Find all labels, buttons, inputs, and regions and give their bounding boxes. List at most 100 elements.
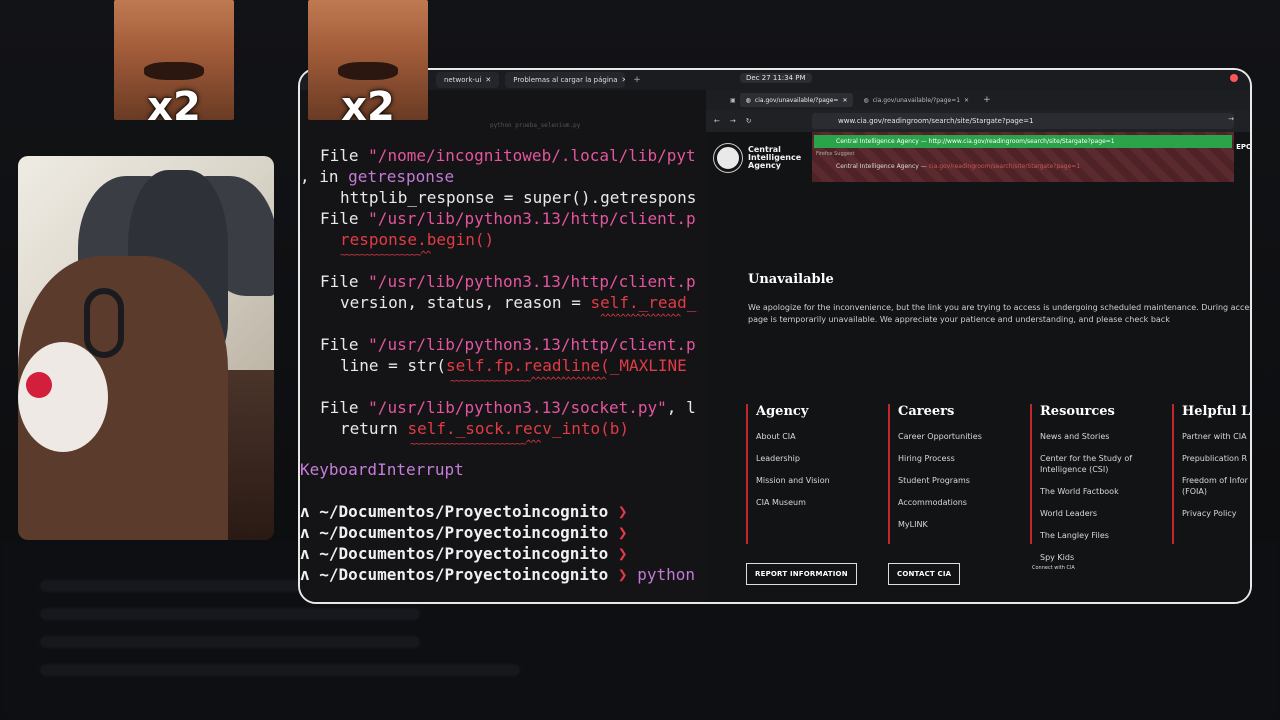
screen-capture: network-ui ✕ Problemas al cargar la págin… <box>298 68 1252 604</box>
close-icon[interactable]: ✕ <box>622 76 626 84</box>
footer-link[interactable]: Privacy Policy <box>1182 508 1250 519</box>
close-icon[interactable]: ✕ <box>964 97 969 104</box>
prompt-line-active[interactable]: ʌ ~/Documentos/Proyectoincognito ❯ pytho… <box>300 565 695 585</box>
prompt-line: ʌ ~/Documentos/Proyectoincognito ❯ <box>300 523 628 542</box>
footer-heading: Resources <box>1040 404 1115 419</box>
tab-overview-icon[interactable]: ▣ <box>730 97 736 104</box>
browser-nav: ← → ↻ www.cia.gov/readingroom/search/sit… <box>706 110 1250 132</box>
suggestion-selected[interactable]: Central Intelligence Agency — http://www… <box>814 135 1232 148</box>
footer-link[interactable]: The World Factbook <box>1040 486 1150 497</box>
tab-label: cia.gov/unavailable/?page=1 <box>872 96 961 104</box>
trace-line: File "/nome/incognitoweb/.local/lib/pyt <box>320 146 696 165</box>
trace-line: File "/usr/lib/python3.13/socket.py", l <box>320 398 696 417</box>
footer-link[interactable]: The Langley Files <box>1040 530 1150 541</box>
footer-col-agency: Agency About CIA Leadership Mission and … <box>746 404 830 544</box>
new-tab-icon[interactable]: + <box>983 95 991 105</box>
back-icon[interactable]: ← <box>714 117 720 125</box>
os-tab-network[interactable]: network-ui ✕ <box>436 72 500 88</box>
headset-icon <box>84 288 124 358</box>
footer-col-helpful: Helpful Lin Partner with CIA Prepublicat… <box>1172 404 1251 544</box>
window-controls <box>1230 74 1238 82</box>
trace-marker: ^^^^^^^^^^^^^^^^ <box>600 313 681 324</box>
browser-window: ▣ ◍ cia.gov/unavailable/?page= ✕ ◍ cia.gov/… <box>706 90 1252 602</box>
footer-link[interactable]: Partner with CIA <box>1182 431 1250 442</box>
trace-line: File "/usr/lib/python3.13/http/client.p <box>320 209 696 228</box>
forward-icon[interactable]: → <box>730 117 736 125</box>
close-icon[interactable]: ✕ <box>485 76 491 84</box>
meme-face <box>338 62 398 80</box>
cia-header: Central Intelligence Agency <box>706 132 812 184</box>
trace-marker: ~~~~~~~~~~~~~~~~^^^^^^^^^^^^^^^ <box>450 376 607 387</box>
cia-seal-icon[interactable] <box>714 144 742 172</box>
page-title: Unavailable <box>748 272 834 287</box>
browser-tab-1[interactable]: ◍ cia.gov/unavailable/?page= ✕ <box>739 93 854 107</box>
suggestion-item[interactable]: Central Intelligence Agency — cia.gov/re… <box>836 163 1080 170</box>
url-text: www.cia.gov/readingroom/search/site/Star… <box>838 117 1034 125</box>
trace-line: File "/usr/lib/python3.13/http/client.p <box>320 272 696 291</box>
footer-col-careers: Careers Career Opportunities Hiring Proc… <box>888 404 982 544</box>
url-suggestions: Central Intelligence Agency — http://www… <box>812 132 1234 182</box>
reload-icon[interactable]: ↻ <box>746 117 752 125</box>
new-tab-icon[interactable]: + <box>633 75 641 85</box>
suggest-label: Firefox Suggest <box>816 151 855 157</box>
webcam-overlay <box>18 156 274 540</box>
footer-heading: Helpful Lin <box>1182 404 1251 419</box>
footer-link[interactable]: Leadership <box>756 453 830 464</box>
mask <box>18 342 108 452</box>
footer-link[interactable]: MyLINK <box>898 519 982 530</box>
report-information-button[interactable]: REPORT INFORMATION <box>746 563 857 585</box>
browser-tabs: ▣ ◍ cia.gov/unavailable/?page= ✕ ◍ cia.gov/… <box>706 90 1250 110</box>
tab-label: network-ui <box>444 76 482 84</box>
footer-link[interactable]: Hiring Process <box>898 453 982 464</box>
terminal-title: python prueba_selenium.py <box>490 122 581 129</box>
footer-link[interactable]: News and Stories <box>1040 431 1150 442</box>
footer-link[interactable]: Mission and Vision <box>756 475 830 486</box>
contact-cia-button[interactable]: CONTACT CIA <box>888 563 961 585</box>
footer-link[interactable]: Prepublication R <box>1182 453 1250 464</box>
url-bar[interactable]: www.cia.gov/readingroom/search/site/Star… <box>812 113 1234 129</box>
footer-link[interactable]: Freedom of Infor (FOIA) <box>1182 475 1250 497</box>
trace-line: httplib_response = super().getrespons <box>340 188 697 207</box>
globe-icon: ◍ <box>863 96 869 104</box>
footer-link[interactable]: Student Programs <box>898 475 982 486</box>
trace-marker: ~~~~~~~~~~~~~~~~~~~~~~~^^^ <box>410 439 542 450</box>
footer-link[interactable]: Center for the Study of Intelligence (CS… <box>1040 453 1150 475</box>
footer-link[interactable]: CIA Museum <box>756 497 830 508</box>
footer-link[interactable]: About CIA <box>756 431 830 442</box>
mask-eye <box>26 372 52 398</box>
globe-icon: ◍ <box>745 96 751 104</box>
browser-tab-2[interactable]: ◍ cia.gov/unavailable/?page=1 ✕ <box>857 93 975 107</box>
multiplier-label: x2 <box>341 84 395 120</box>
meme-face <box>144 62 204 80</box>
footer-link[interactable]: Career Opportunities <box>898 431 982 442</box>
prompt-line: ʌ ~/Documentos/Proyectoincognito ❯ <box>300 544 628 563</box>
prompt-line: ʌ ~/Documentos/Proyectoincognito ❯ <box>300 502 628 521</box>
go-arrow-icon[interactable]: → <box>1228 115 1234 123</box>
footer-col-resources: Resources News and Stories Center for th… <box>1030 404 1150 574</box>
close-icon[interactable]: ✕ <box>842 97 847 104</box>
footer-link[interactable]: Accommodations <box>898 497 982 508</box>
connect-label: Connect with CIA <box>1032 565 1075 571</box>
keyboard-interrupt: KeyboardInterrupt <box>300 460 464 479</box>
os-topbar: network-ui ✕ Problemas al cargar la págin… <box>300 70 1250 90</box>
footer-link[interactable]: World Leaders <box>1040 508 1150 519</box>
footer-heading: Careers <box>898 404 955 419</box>
clock: Dec 27 11:34 PM <box>740 73 812 83</box>
trace-line: File "/usr/lib/python3.13/http/client.p <box>320 335 696 354</box>
cia-logo-text[interactable]: Central Intelligence Agency <box>748 146 801 170</box>
header-label-fragment[interactable]: EPO <box>1234 142 1250 152</box>
page-message: We apologize for the inconvenience, but … <box>748 303 1252 324</box>
footer-link[interactable]: Spy Kids <box>1040 552 1150 563</box>
close-window-icon[interactable] <box>1230 74 1238 82</box>
footer-heading: Agency <box>756 404 809 419</box>
meme-overlay: x2 <box>308 0 428 120</box>
tab-label: Problemas al cargar la página <box>513 76 618 84</box>
tab-label: cia.gov/unavailable/?page= <box>754 96 839 104</box>
meme-overlay: x2 <box>114 0 234 120</box>
multiplier-label: x2 <box>147 84 201 120</box>
terminal[interactable]: python prueba_selenium.py File "/nome/in… <box>300 90 706 602</box>
trace-marker: ~~~~~~~~~~~~~~~~^^ <box>340 250 431 261</box>
cia-footer: Agency About CIA Leadership Mission and … <box>706 386 1251 602</box>
os-tab-problemas[interactable]: Problemas al cargar la página ✕ <box>505 72 626 88</box>
trace-line: , in getresponse <box>300 167 455 186</box>
